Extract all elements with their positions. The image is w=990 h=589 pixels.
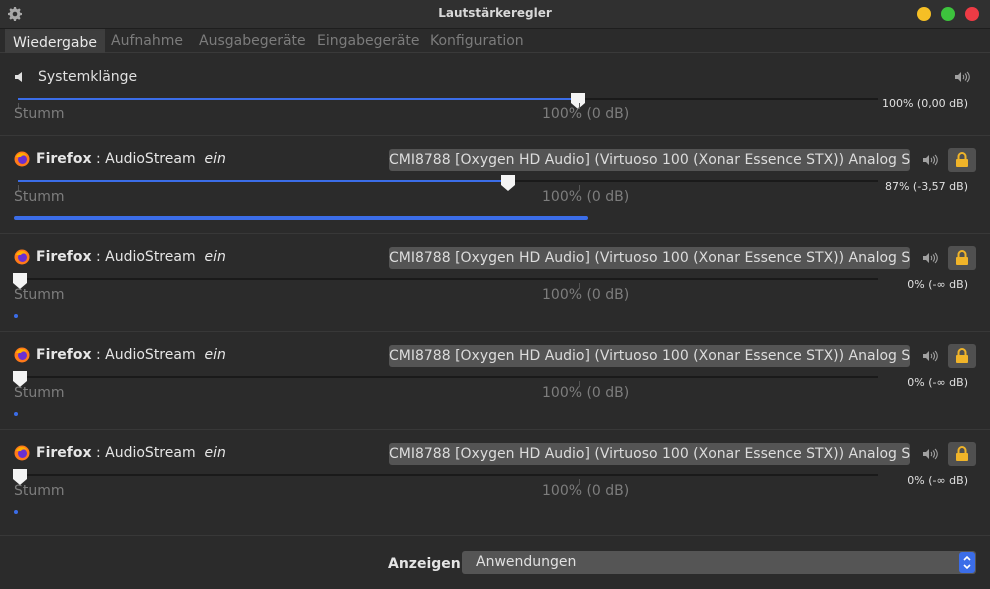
- volume-slider-handle[interactable]: [500, 174, 516, 192]
- reference-label: 100% (0 dB): [542, 385, 630, 401]
- output-device-button[interactable]: CMI8788 [Oxygen HD Audio] (Virtuoso 100 …: [389, 149, 910, 171]
- stream-state: ein: [204, 249, 226, 265]
- lock-channels-button[interactable]: [948, 246, 976, 270]
- firefox-icon: [14, 151, 30, 167]
- lock-channels-button[interactable]: [948, 148, 976, 172]
- output-device-button[interactable]: CMI8788 [Oxygen HD Audio] (Virtuoso 100 …: [389, 345, 910, 367]
- volume-readout: 0% (-∞ dB): [907, 474, 968, 487]
- show-filter-value: Anwendungen: [476, 554, 577, 570]
- speaker-icon: [15, 72, 22, 82]
- stream-row: Firefox : AudioStream ein CMI8788 [Oxyge…: [0, 429, 990, 527]
- mute-label: Stumm: [14, 385, 65, 401]
- system-sounds-label: Systemklänge: [38, 69, 138, 85]
- volume-slider[interactable]: [18, 278, 878, 280]
- lock-channels-button[interactable]: [948, 442, 976, 466]
- volume-mute-icon[interactable]: [922, 447, 938, 461]
- output-device-button[interactable]: CMI8788 [Oxygen HD Audio] (Virtuoso 100 …: [389, 443, 910, 465]
- volume-readout: 87% (-3,57 dB): [884, 180, 968, 193]
- tab-ausgabegeraete[interactable]: Ausgabegeräte: [191, 29, 314, 53]
- stream-row: Firefox : AudioStream ein CMI8788 [Oxyge…: [0, 135, 990, 233]
- stream-row: Firefox : AudioStream ein CMI8788 [Oxyge…: [0, 331, 990, 429]
- tab-bar: Wiedergabe Aufnahme Ausgabegeräte Eingab…: [0, 29, 990, 53]
- tab-eingabegeraete[interactable]: Eingabegeräte: [309, 29, 428, 53]
- volume-slider[interactable]: [18, 474, 878, 476]
- volume-slider[interactable]: [18, 376, 878, 378]
- close-button[interactable]: [965, 7, 979, 21]
- mute-label: Stumm: [14, 287, 65, 303]
- tab-aufnahme[interactable]: Aufnahme: [103, 29, 191, 53]
- stream-name: AudioStream: [105, 445, 196, 461]
- firefox-icon: [14, 249, 30, 265]
- stream-label: Firefox : AudioStream ein: [36, 445, 226, 461]
- lock-icon: [956, 152, 968, 167]
- firefox-icon: [14, 445, 30, 461]
- minimize-button[interactable]: [917, 7, 931, 21]
- lock-icon: [956, 250, 968, 265]
- app-name: Firefox: [36, 151, 92, 167]
- lock-icon: [956, 446, 968, 461]
- output-device-button[interactable]: CMI8788 [Oxygen HD Audio] (Virtuoso 100 …: [389, 247, 910, 269]
- reference-label: 100% (0 dB): [542, 106, 630, 122]
- lock-channels-button[interactable]: [948, 344, 976, 368]
- stream-label: Firefox : AudioStream ein: [36, 151, 226, 167]
- app-name: Firefox: [36, 445, 92, 461]
- app-name: Firefox: [36, 249, 92, 265]
- volume-slider-fill: [18, 98, 578, 100]
- peak-meter: [14, 216, 588, 220]
- tab-wiedergabe[interactable]: Wiedergabe: [5, 29, 106, 53]
- peak-meter: [14, 314, 18, 318]
- tab-konfiguration[interactable]: Konfiguration: [422, 29, 532, 53]
- window-title: Lautstärkeregler: [438, 6, 552, 20]
- stream-label: Firefox : AudioStream ein: [36, 347, 226, 363]
- stream-state: ein: [204, 151, 226, 167]
- peak-meter: [14, 510, 18, 514]
- app-name: Firefox: [36, 347, 92, 363]
- updown-arrows-icon: [959, 552, 975, 573]
- volume-readout: 0% (-∞ dB): [907, 278, 968, 291]
- stream-state: ein: [204, 445, 226, 461]
- volume-readout: 100% (0,00 dB): [881, 97, 968, 110]
- footer-bar: Anzeigen: Anwendungen: [0, 535, 990, 589]
- volume-readout: 0% (-∞ dB): [907, 376, 968, 389]
- mute-label: Stumm: [14, 106, 65, 122]
- stream-name: AudioStream: [105, 151, 196, 167]
- system-sounds-row: Systemklänge Stumm 100% (0 dB) 100% (0,0…: [0, 53, 990, 135]
- reference-label: 100% (0 dB): [542, 483, 630, 499]
- volume-mute-icon[interactable]: [954, 70, 970, 84]
- volume-mute-icon[interactable]: [922, 349, 938, 363]
- stream-name: AudioStream: [105, 249, 196, 265]
- peak-meter: [14, 412, 18, 416]
- volume-slider-fill: [18, 180, 508, 182]
- stream-name: AudioStream: [105, 347, 196, 363]
- reference-label: 100% (0 dB): [542, 287, 630, 303]
- firefox-icon: [14, 347, 30, 363]
- reference-label: 100% (0 dB): [542, 189, 630, 205]
- mute-label: Stumm: [14, 189, 65, 205]
- volume-mute-icon[interactable]: [922, 251, 938, 265]
- maximize-button[interactable]: [941, 7, 955, 21]
- title-bar: Lautstärkeregler: [0, 0, 990, 29]
- lock-icon: [956, 348, 968, 363]
- stream-row: Firefox : AudioStream ein CMI8788 [Oxyge…: [0, 233, 990, 331]
- stream-state: ein: [204, 347, 226, 363]
- show-filter-select[interactable]: Anwendungen: [462, 551, 976, 574]
- stream-label: Firefox : AudioStream ein: [36, 249, 226, 265]
- show-label: Anzeigen:: [388, 556, 467, 572]
- mute-label: Stumm: [14, 483, 65, 499]
- volume-mute-icon[interactable]: [922, 153, 938, 167]
